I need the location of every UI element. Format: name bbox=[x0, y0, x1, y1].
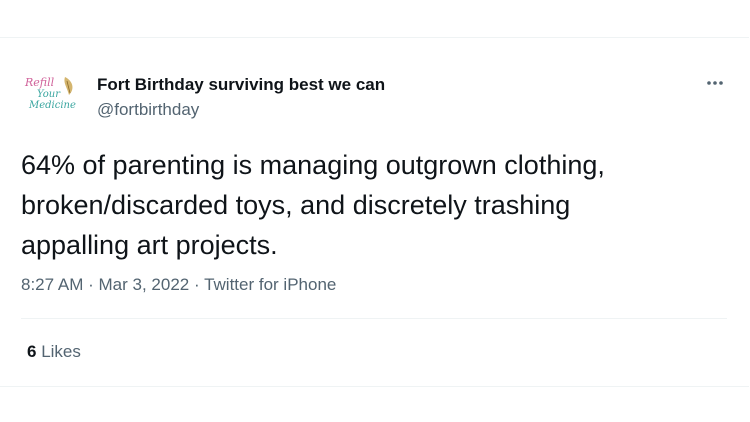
refill-your-medicine-logo: Refill Your Medicine bbox=[24, 76, 76, 111]
more-horizontal-icon bbox=[707, 81, 723, 85]
author-handle[interactable]: @fortbirthday bbox=[97, 100, 199, 120]
svg-text:Your: Your bbox=[37, 89, 61, 100]
tweet-metadata: 8:27 AM · Mar 3, 2022 · Twitter for iPho… bbox=[21, 275, 336, 295]
tweet-date: Mar 3, 2022 bbox=[98, 275, 190, 294]
tweet-card: Refill Your Medicine Fort Birthday survi… bbox=[0, 37, 749, 387]
svg-text:Refill: Refill bbox=[24, 76, 55, 89]
meta-separator: · bbox=[193, 275, 200, 294]
tweet-time: 8:27 AM bbox=[21, 275, 84, 294]
author-display-name[interactable]: Fort Birthday surviving best we can bbox=[97, 75, 385, 95]
tweet-timestamp-link[interactable]: 8:27 AM · Mar 3, 2022 bbox=[21, 275, 189, 294]
meta-separator: · bbox=[88, 275, 94, 294]
likes-count: 6 bbox=[27, 342, 37, 361]
tweet-source-link[interactable]: Twitter for iPhone bbox=[204, 275, 336, 294]
avatar[interactable]: Refill Your Medicine bbox=[21, 73, 81, 113]
divider bbox=[21, 318, 727, 319]
likes-link[interactable]: 6 Likes bbox=[27, 342, 81, 362]
svg-text:Medicine: Medicine bbox=[28, 100, 76, 111]
likes-label: Likes bbox=[41, 342, 81, 361]
tweet-text: 64% of parenting is managing outgrown cl… bbox=[21, 150, 605, 260]
more-options-button[interactable] bbox=[702, 74, 728, 92]
